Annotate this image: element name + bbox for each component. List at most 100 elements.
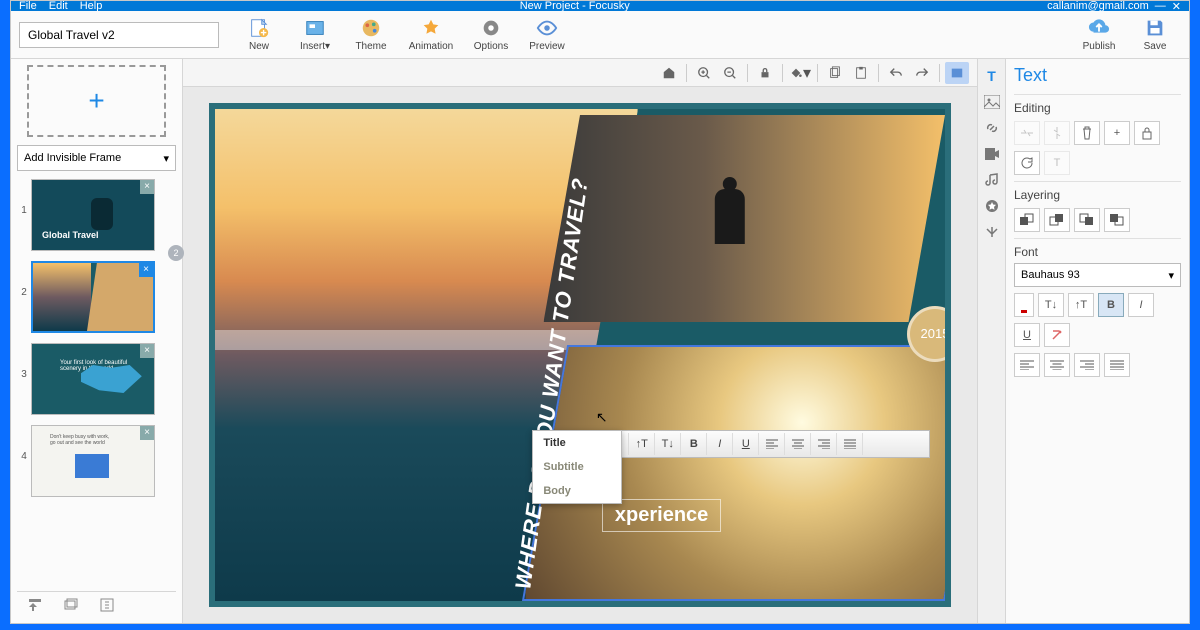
copy-icon[interactable] [823,62,847,84]
font-color-icon[interactable] [1014,293,1034,317]
slide-thumbnail-3[interactable]: × Your first look of beautiful scenery i… [31,343,155,415]
thumb-number: 1 [17,179,31,216]
send-back-icon[interactable] [1104,208,1130,232]
insert-button[interactable]: Insert▾ [289,13,341,57]
shape-tool-icon[interactable] [981,195,1003,217]
bold-button[interactable]: B [1098,293,1124,317]
add-icon[interactable]: + [1104,121,1130,145]
experience-text-box[interactable]: xperience [602,499,721,532]
zoom-out-icon[interactable] [718,62,742,84]
slide-thumbnail-1[interactable]: × Global Travel [31,179,155,251]
increase-font-icon[interactable]: ↑T [629,433,655,455]
slide-canvas[interactable]: WHERE DO YOU WANT TO TRAVEL? xperience 2… [209,103,951,607]
align-justify-button[interactable] [1104,353,1130,377]
align-center-icon[interactable] [785,433,811,455]
text-rotate-icon[interactable]: T [1044,151,1070,175]
italic-icon[interactable]: I [707,433,733,455]
minimize-icon[interactable]: — [1155,1,1166,11]
user-email[interactable]: callanim@gmail.com [1047,1,1149,11]
editing-section-label: Editing [1014,94,1181,115]
animation-button[interactable]: Animation [401,13,461,57]
flip-v-icon[interactable] [1044,121,1070,145]
paste-icon[interactable] [849,62,873,84]
bold-icon[interactable]: B [681,433,707,455]
font-section-label: Font [1014,238,1181,259]
thumb-close-icon[interactable]: × [140,180,154,194]
send-backward-icon[interactable] [1074,208,1100,232]
rotate-icon[interactable] [1014,151,1040,175]
align-justify-icon[interactable] [837,433,863,455]
animation-icon [420,17,442,39]
new-button[interactable]: New [233,13,285,57]
save-button[interactable]: Save [1129,13,1181,57]
reorder-icon[interactable] [27,597,43,613]
options-button[interactable]: Options [465,13,517,57]
slide-thumbnail-4[interactable]: × Don't keep busy with work, go out and … [31,425,155,497]
align-left-icon[interactable] [759,433,785,455]
canvas-area[interactable]: WHERE DO YOU WANT TO TRAVEL? xperience 2… [183,87,977,623]
home-icon[interactable] [657,62,681,84]
paint-bucket-icon[interactable]: ▾ [788,62,812,84]
menu-file[interactable]: File [19,1,37,11]
close-icon[interactable]: ✕ [1172,1,1181,11]
train-image[interactable] [544,115,945,322]
sidebar-statusbar [17,591,176,617]
align-center-button[interactable] [1044,353,1070,377]
thumb-close-icon[interactable]: × [140,426,154,440]
thumb-row: 2 × [17,261,176,333]
thumb-number: 4 [17,425,31,462]
ctx-title[interactable]: Title [533,431,621,455]
underline-button[interactable]: U [1014,323,1040,347]
video-tool-icon[interactable] [981,143,1003,165]
preview-button[interactable]: Preview [521,13,573,57]
font-larger-icon[interactable]: ↑T [1068,293,1094,317]
slide-thumbnail-2[interactable]: × [31,261,155,333]
clear-format-icon[interactable] [1044,323,1070,347]
underline-icon[interactable]: U [733,433,759,455]
image-tool-icon[interactable] [981,91,1003,113]
batch-icon[interactable] [63,597,79,613]
add-invisible-frame-dropdown[interactable]: Add Invisible Frame ▾ [17,145,176,171]
save-icon [1144,17,1166,39]
add-slide-button[interactable]: + [27,65,166,137]
thumb-close-icon[interactable]: × [139,263,153,277]
undo-icon[interactable] [884,62,908,84]
bring-front-icon[interactable] [1014,208,1040,232]
content-area: + Add Invisible Frame ▾ 1 × Global Trave… [11,59,1189,623]
font-smaller-icon[interactable]: T↓ [1038,293,1064,317]
lock-icon[interactable] [753,62,777,84]
align-left-button[interactable] [1014,353,1040,377]
delete-icon[interactable] [1074,121,1100,145]
text-tool-icon[interactable]: T [981,65,1003,87]
theme-button[interactable]: Theme [345,13,397,57]
background-icon[interactable] [945,62,969,84]
slides-sidebar: + Add Invisible Frame ▾ 1 × Global Trave… [11,59,183,623]
thumbnails-list: 1 × Global Travel 2 × 3 × [17,179,176,591]
thumb-close-icon[interactable]: × [140,344,154,358]
thumb-number: 3 [17,343,31,380]
chart-tool-icon[interactable] [981,221,1003,243]
ctx-body[interactable]: Body [533,479,621,503]
align-right-icon[interactable] [811,433,837,455]
font-family-select[interactable]: Bauhaus 93 ▾ [1014,263,1181,287]
chevron-down-icon: ▾ [1168,269,1174,282]
menu-edit[interactable]: Edit [49,1,68,11]
thumb-row: 3 × Your first look of beautiful scenery… [17,343,176,415]
flip-h-icon[interactable] [1014,121,1040,145]
cloud-upload-icon [1088,17,1110,39]
bring-forward-icon[interactable] [1044,208,1070,232]
publish-button[interactable]: Publish [1073,13,1125,57]
lock-icon[interactable] [1134,121,1160,145]
redo-icon[interactable] [910,62,934,84]
decrease-font-icon[interactable]: T↓ [655,433,681,455]
ctx-subtitle[interactable]: Subtitle [533,455,621,479]
text-style-menu: Title Subtitle Body [532,430,622,504]
music-tool-icon[interactable] [981,169,1003,191]
zoom-in-icon[interactable] [692,62,716,84]
duplicate-icon[interactable] [99,597,115,613]
align-right-button[interactable] [1074,353,1100,377]
menu-help[interactable]: Help [80,1,103,11]
project-name-input[interactable] [19,22,219,48]
italic-button[interactable]: I [1128,293,1154,317]
link-tool-icon[interactable] [981,117,1003,139]
